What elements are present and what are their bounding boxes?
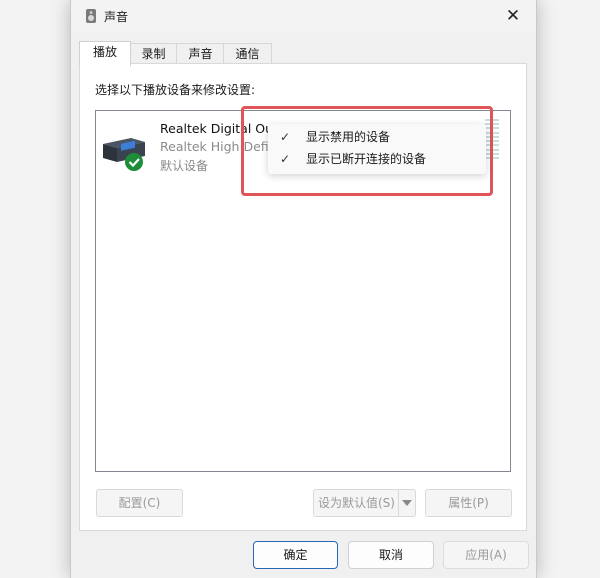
close-button[interactable]: ✕ <box>490 0 536 32</box>
check-icon: ✓ <box>280 152 291 166</box>
tab-communications[interactable]: 通信 <box>223 43 272 64</box>
menu-item-show-disconnected[interactable]: ✓ 显示已断开连接的设备 <box>268 148 486 170</box>
apply-button[interactable]: 应用(A) <box>443 541 529 569</box>
tab-recording[interactable]: 录制 <box>129 43 178 64</box>
cancel-button[interactable]: 取消 <box>348 541 434 569</box>
window-title: 声音 <box>104 10 129 24</box>
configure-button[interactable]: 配置(C) <box>96 489 183 517</box>
chevron-down-icon <box>402 500 412 506</box>
properties-button[interactable]: 属性(P) <box>425 489 512 517</box>
menu-item-label: 显示禁用的设备 <box>306 130 391 144</box>
context-menu: ✓ 显示禁用的设备 ✓ 显示已断开连接的设备 <box>268 124 486 174</box>
set-default-button[interactable]: 设为默认值(S) <box>313 489 416 517</box>
close-icon: ✕ <box>505 6 521 26</box>
menu-item-label: 显示已断开连接的设备 <box>306 152 427 166</box>
tab-playback[interactable]: 播放 <box>79 41 131 66</box>
speaker-app-icon <box>86 9 96 23</box>
set-default-dropdown[interactable] <box>398 490 415 516</box>
device-status: 默认设备 <box>160 159 209 173</box>
title-bar: 声音 ✕ <box>71 0 536 32</box>
speaker-device-icon <box>103 138 145 171</box>
instruction-text: 选择以下播放设备来修改设置: <box>95 83 256 97</box>
ok-button[interactable]: 确定 <box>253 541 338 569</box>
check-icon: ✓ <box>280 130 291 144</box>
tab-sounds[interactable]: 声音 <box>176 43 225 64</box>
sound-dialog: 声音 ✕ 播放 录制 声音 通信 选择以下播放设备来修改设置: Realtek … <box>70 0 537 578</box>
set-default-label: 设为默认值(S) <box>318 496 395 510</box>
menu-item-show-disabled[interactable]: ✓ 显示禁用的设备 <box>268 126 486 148</box>
